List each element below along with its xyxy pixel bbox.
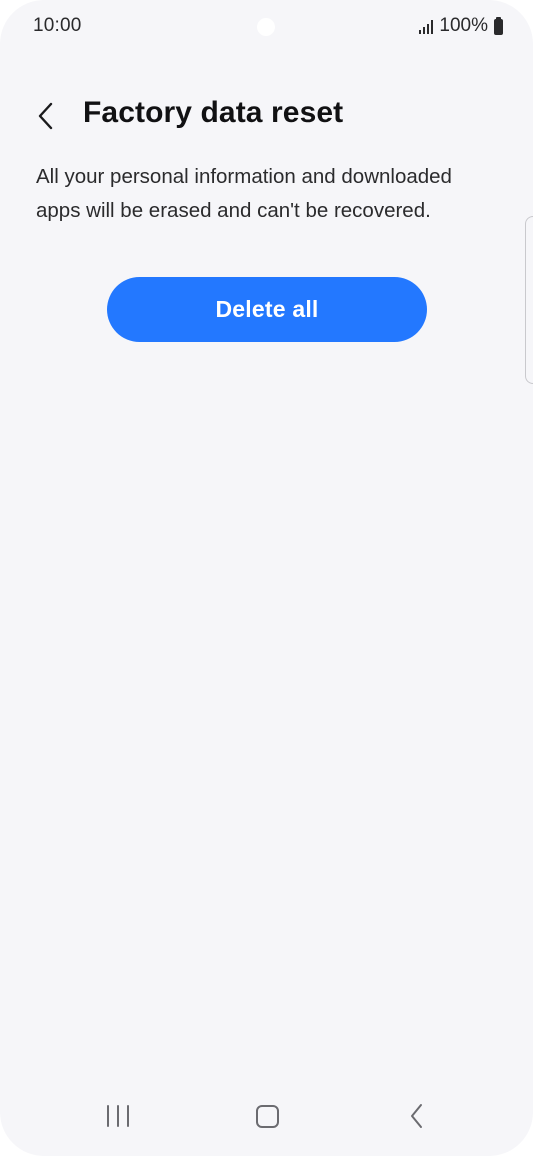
battery-icon <box>494 16 503 35</box>
recents-button[interactable] <box>98 1094 138 1138</box>
delete-all-button[interactable]: Delete all <box>107 277 427 342</box>
phone-screen: 10:00 100% Factory data reset All your p… <box>0 0 533 1156</box>
reset-description: All your personal information and downlo… <box>36 165 452 222</box>
recents-icon-bar <box>117 1105 119 1127</box>
app-header: Factory data reset <box>0 90 533 142</box>
navigation-bar <box>0 1086 533 1156</box>
recents-icon-bar <box>127 1105 129 1127</box>
recents-icon <box>107 1105 109 1127</box>
battery-percentage: 100% <box>439 15 488 36</box>
home-icon <box>255 1104 279 1128</box>
edge-panel-handle[interactable] <box>525 216 533 384</box>
status-bar: 10:00 100% <box>0 0 533 56</box>
status-indicators: 100% <box>419 15 503 37</box>
home-button[interactable] <box>246 1094 288 1138</box>
back-icon <box>411 1104 422 1128</box>
page-title: Factory data reset <box>83 96 344 129</box>
signal-icon <box>419 19 434 34</box>
chevron-left-icon <box>38 102 53 130</box>
camera-cutout <box>257 18 275 36</box>
status-time: 10:00 <box>33 15 82 36</box>
nav-back-button[interactable] <box>397 1094 437 1138</box>
back-button[interactable] <box>26 94 66 138</box>
